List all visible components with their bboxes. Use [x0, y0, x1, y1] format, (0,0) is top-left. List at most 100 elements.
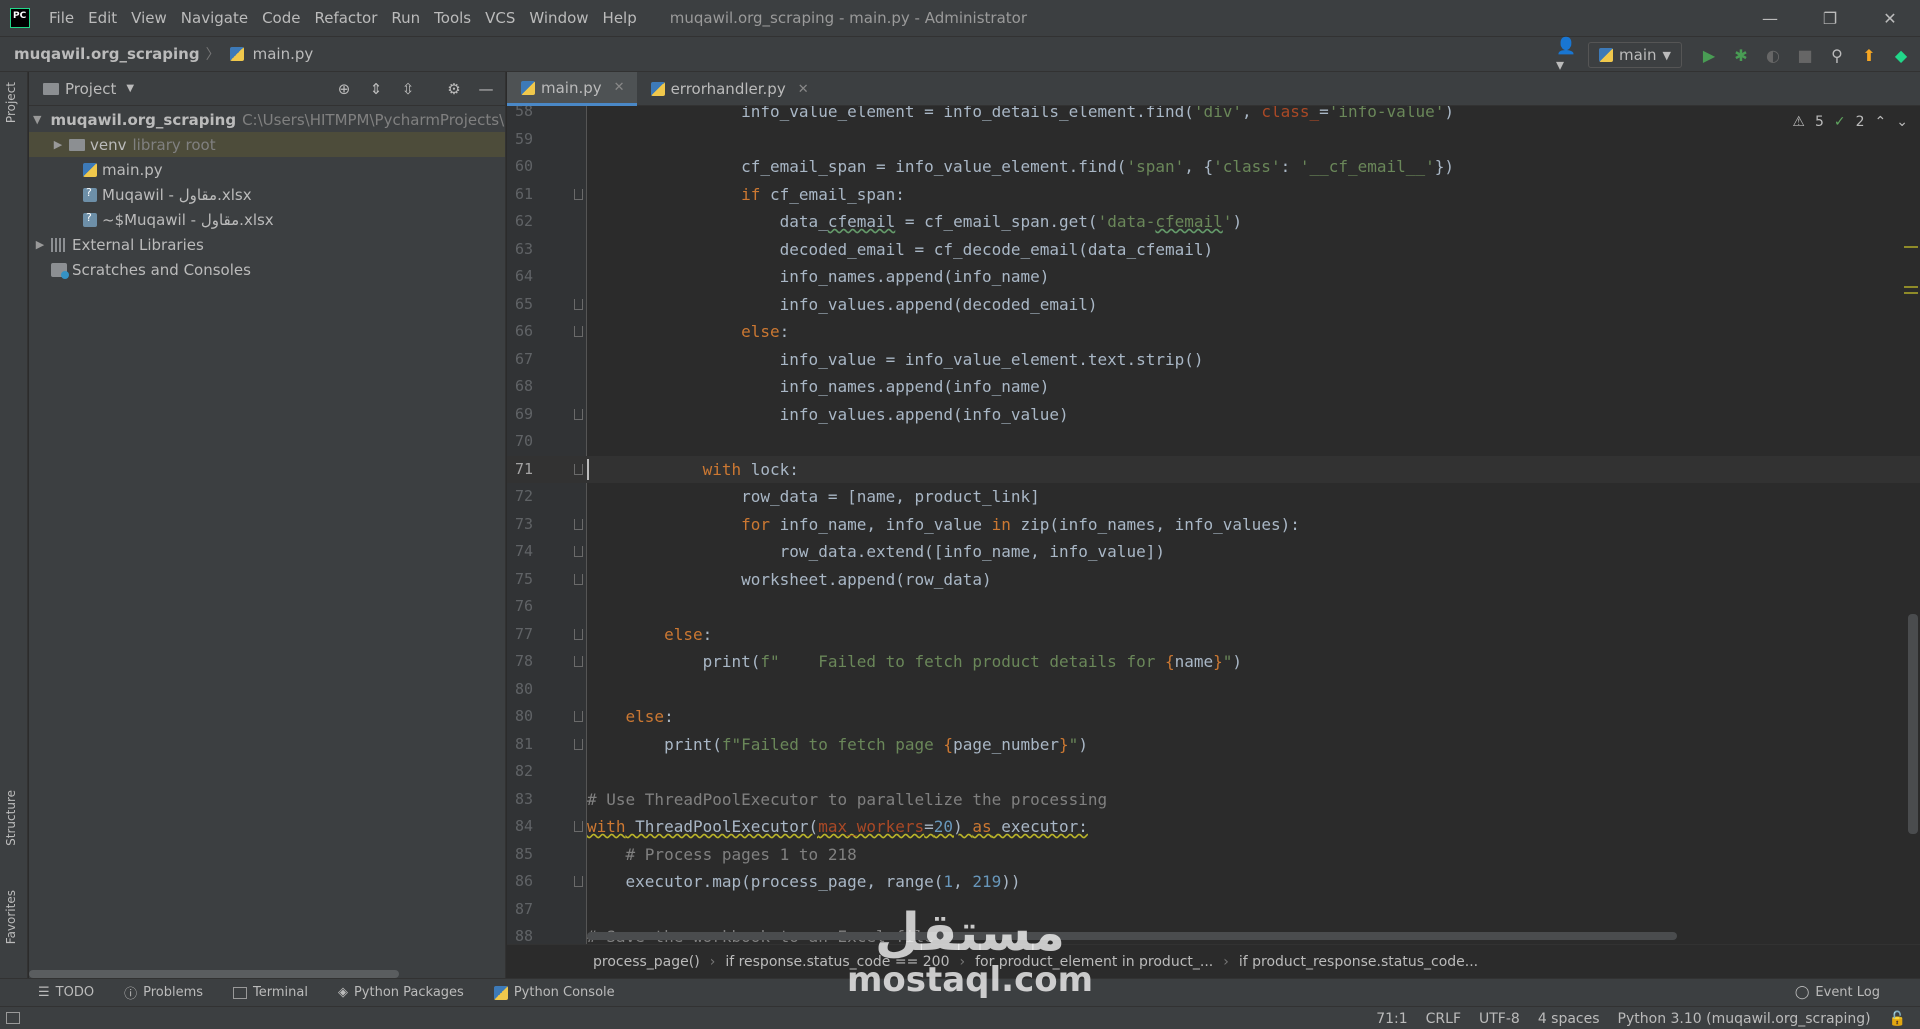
- menu-navigate[interactable]: Navigate: [174, 0, 255, 36]
- code-line-64[interactable]: 64 info_names.append(info_name): [507, 263, 1920, 291]
- search-icon[interactable]: ⚲: [1824, 42, 1850, 68]
- error-stripe-marker[interactable]: [1904, 286, 1918, 288]
- menu-file[interactable]: File: [42, 0, 81, 36]
- code-line-62[interactable]: 62 data_cfemail = cf_email_span.get('dat…: [507, 208, 1920, 236]
- code-editor[interactable]: 58 info_value_element = info_details_ele…: [507, 106, 1920, 944]
- fold-marker[interactable]: [574, 408, 583, 420]
- line-separator[interactable]: CRLF: [1426, 1011, 1461, 1027]
- chevron-right-icon[interactable]: ▶: [51, 138, 65, 151]
- expand-all-icon[interactable]: ⇕: [363, 76, 389, 102]
- coverage-icon[interactable]: ◐: [1760, 42, 1786, 68]
- restore-button[interactable]: ❐: [1800, 0, 1860, 36]
- menu-view[interactable]: View: [124, 0, 174, 36]
- code-line-74[interactable]: 74 row_data.extend([info_name, info_valu…: [507, 538, 1920, 566]
- toggle-tool-windows-icon[interactable]: [6, 1012, 20, 1024]
- code-line-80[interactable]: 80: [507, 676, 1920, 704]
- fold-marker[interactable]: [574, 546, 583, 557]
- locate-icon[interactable]: ⊕: [331, 76, 357, 102]
- editor-horizontal-scrollbar[interactable]: [587, 932, 1677, 940]
- breadcrumb-item[interactable]: if response.status_code == 200: [725, 954, 949, 970]
- menu-help[interactable]: Help: [596, 0, 644, 36]
- menu-refactor[interactable]: Refactor: [307, 0, 384, 36]
- update-icon[interactable]: ⬆: [1856, 42, 1882, 68]
- menu-edit[interactable]: Edit: [81, 0, 124, 36]
- fold-marker[interactable]: [574, 463, 583, 475]
- code-line-83[interactable]: 83 # Use ThreadPoolExecutor to paralleliz…: [507, 786, 1920, 814]
- fold-marker[interactable]: [574, 711, 583, 722]
- chevron-down-icon[interactable]: ▼: [126, 83, 134, 94]
- tree-item-xlsx[interactable]: Muqawil - مقاول.xlsx: [29, 182, 505, 207]
- breadcrumb-item[interactable]: process_page(): [593, 954, 700, 970]
- code-line-66[interactable]: 66 else:: [507, 318, 1920, 346]
- debug-icon[interactable]: ✱: [1728, 42, 1754, 68]
- event-log-button[interactable]: ◯ Event Log: [1795, 985, 1880, 1000]
- menu-tools[interactable]: Tools: [427, 0, 478, 36]
- code-line-65[interactable]: 65 info_values.append(decoded_email): [507, 291, 1920, 319]
- breadcrumb-item[interactable]: for product_element in product_...: [975, 954, 1213, 970]
- breadcrumb-item[interactable]: if product_response.status_code...: [1239, 954, 1478, 970]
- code-line-77[interactable]: 77 else:: [507, 621, 1920, 649]
- fold-marker[interactable]: [574, 876, 583, 887]
- stop-icon[interactable]: ■: [1792, 42, 1818, 68]
- close-icon[interactable]: ✕: [798, 82, 809, 97]
- code-line-86[interactable]: 86 executor.map(process_page, range(1, 2…: [507, 868, 1920, 896]
- jetbrains-toolbox-icon[interactable]: ◆: [1888, 42, 1914, 68]
- code-line-58[interactable]: 58 info_value_element = info_details_ele…: [507, 106, 1920, 126]
- tab-main-py[interactable]: main.py ✕: [507, 72, 637, 106]
- chevron-up-icon[interactable]: ⌃: [1875, 114, 1887, 130]
- python-console-tool-button[interactable]: Python Console: [493, 985, 615, 1000]
- code-line-63[interactable]: 63 decoded_email = cf_decode_email(data_…: [507, 236, 1920, 264]
- code-line-84[interactable]: 84 with ThreadPoolExecutor(max_workers=20…: [507, 813, 1920, 841]
- code-line-71[interactable]: 71 with lock:: [507, 455, 1920, 483]
- fold-marker[interactable]: [574, 188, 583, 200]
- menu-vcs[interactable]: VCS: [478, 0, 522, 36]
- fold-marker[interactable]: [574, 656, 583, 667]
- tree-item-main-py[interactable]: main.py: [29, 157, 505, 182]
- tab-errorhandler-py[interactable]: errorhandler.py ✕: [637, 72, 821, 106]
- gear-icon[interactable]: ⚙: [441, 76, 467, 102]
- problems-tool-button[interactable]: ⓘ Problems: [124, 983, 203, 1002]
- nav-file-crumb[interactable]: main.py: [226, 45, 313, 63]
- run-icon[interactable]: ▶: [1696, 42, 1722, 68]
- python-packages-tool-button[interactable]: ◈ Python Packages: [338, 985, 464, 1000]
- code-line-87[interactable]: 87: [507, 896, 1920, 924]
- tree-item-project-root[interactable]: ▼ muqawil.org_scraping C:\Users\HITMPM\P…: [29, 107, 505, 132]
- code-line-68[interactable]: 68 info_names.append(info_name): [507, 373, 1920, 401]
- tree-item-venv[interactable]: ▶ venv library root: [29, 132, 505, 157]
- close-button[interactable]: ✕: [1860, 0, 1920, 36]
- project-panel-title[interactable]: Project: [65, 80, 116, 98]
- file-encoding[interactable]: UTF-8: [1479, 1011, 1520, 1027]
- code-line-80b[interactable]: 80 else:: [507, 703, 1920, 731]
- collapse-all-icon[interactable]: ⇳: [395, 76, 421, 102]
- fold-marker[interactable]: [574, 628, 583, 640]
- editor-vertical-scrollbar[interactable]: [1908, 614, 1918, 834]
- close-icon[interactable]: ✕: [614, 80, 625, 95]
- tree-item-temp-xlsx[interactable]: ~$Muqawil - مقاول.xlsx: [29, 207, 505, 232]
- inspection-widget[interactable]: ⚠ 5 ✓ 2 ⌃ ⌄: [1792, 114, 1908, 130]
- fold-marker[interactable]: [574, 326, 583, 337]
- project-tool-tab[interactable]: Project: [4, 82, 18, 123]
- code-line-72[interactable]: 72 row_data = [name, product_link]: [507, 483, 1920, 511]
- menu-window[interactable]: Window: [522, 0, 595, 36]
- code-line-61[interactable]: 61 if cf_email_span:: [507, 181, 1920, 209]
- nav-project-crumb[interactable]: muqawil.org_scraping: [14, 45, 200, 63]
- structure-tool-tab[interactable]: Structure: [4, 790, 18, 846]
- code-line-78[interactable]: 78 print(f" Failed to fetch product deta…: [507, 648, 1920, 676]
- code-line-59[interactable]: 59: [507, 126, 1920, 154]
- fold-marker[interactable]: [574, 518, 583, 530]
- lock-icon[interactable]: 🔓: [1889, 1011, 1906, 1027]
- code-line-73[interactable]: 73 for info_name, info_value in zip(info…: [507, 511, 1920, 539]
- code-line-85[interactable]: 85 # Process pages 1 to 218: [507, 841, 1920, 869]
- indent-setting[interactable]: 4 spaces: [1538, 1011, 1600, 1027]
- terminal-tool-button[interactable]: Terminal: [233, 985, 308, 1000]
- python-interpreter[interactable]: Python 3.10 (muqawil.org_scraping): [1618, 1011, 1871, 1027]
- code-line-70[interactable]: 70: [507, 428, 1920, 456]
- menu-run[interactable]: Run: [384, 0, 427, 36]
- favorites-tool-tab[interactable]: Favorites: [4, 890, 18, 944]
- tree-item-external-libraries[interactable]: ▶ External Libraries: [29, 232, 505, 257]
- code-line-76[interactable]: 76: [507, 593, 1920, 621]
- error-stripe-marker[interactable]: [1904, 292, 1918, 294]
- hide-icon[interactable]: —: [473, 76, 499, 102]
- chevron-down-icon[interactable]: ▼: [33, 113, 41, 126]
- menu-code[interactable]: Code: [255, 0, 307, 36]
